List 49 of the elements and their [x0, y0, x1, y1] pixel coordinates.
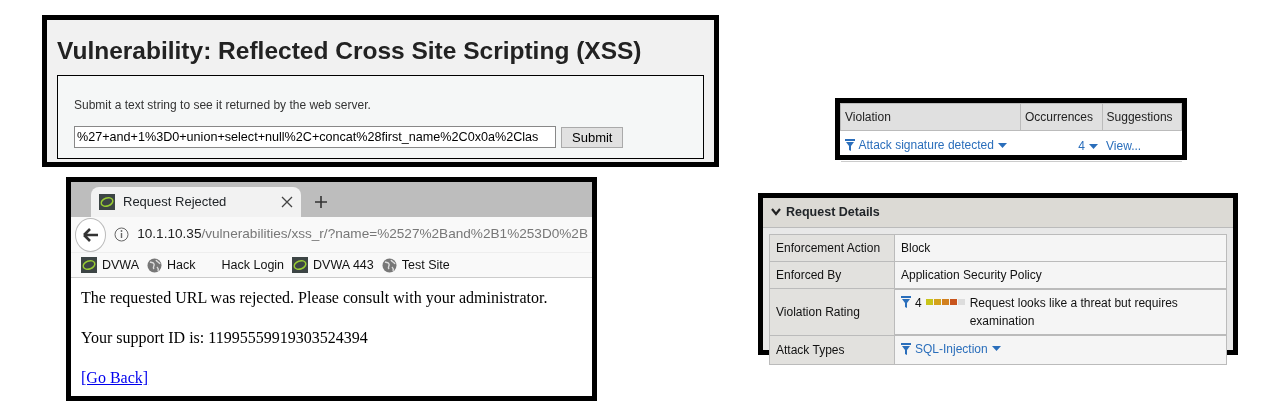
globe-icon — [381, 257, 397, 273]
column-header: Suggestions — [1102, 103, 1182, 131]
field-value: Application Security Policy — [894, 261, 1227, 289]
section-header[interactable]: Request Details — [763, 198, 1233, 228]
prompt-text: Submit a text string to see it returned by the web server. — [74, 97, 372, 115]
back-arrow-icon — [82, 227, 99, 242]
bookmark[interactable]: Hack Login — [221, 255, 285, 275]
column-header: Occurrences — [1020, 103, 1103, 131]
address-bar[interactable]: 10.1.10.35/vulnerabilities/xss_r/?name=%2527%2Band%2B1%253D0%2B — [71, 217, 592, 253]
app-icon — [99, 194, 115, 210]
new-tab-icon[interactable] — [315, 196, 327, 208]
rating-number: 4 — [915, 294, 922, 312]
caret-icon — [991, 346, 1001, 352]
filter-icon — [844, 139, 855, 151]
url-text: 10.1.10.35/vulnerabilities/xss_r/?name=%2527%2Band%2B1%253D0%2B — [137, 225, 588, 244]
bookmark[interactable]: Test Site — [381, 255, 450, 275]
app-icon — [81, 257, 97, 273]
field-label: Attack Types — [769, 335, 895, 365]
submit-button[interactable]: Submit — [561, 126, 624, 148]
column-header: Violation — [840, 103, 1021, 131]
field-label: Enforced By — [769, 261, 895, 289]
rating-description: Request looks like a threat but requires examination — [969, 294, 1179, 330]
filter-icon — [901, 342, 911, 355]
info-icon — [114, 227, 130, 242]
violation-link[interactable]: Attack signature detected — [844, 136, 1007, 154]
tab-title: Request Rejected — [123, 193, 228, 212]
view-link[interactable]: View... — [1106, 139, 1142, 153]
occurrences-link[interactable]: 4 — [1078, 137, 1099, 155]
app-icon — [292, 257, 309, 273]
field-label: Enforcement Action — [769, 234, 895, 262]
page-title: Vulnerability: Reflected Cross Site Scripting (XSS) — [57, 36, 643, 66]
field-value: Block — [894, 234, 1227, 262]
bookmark[interactable]: DVWA 443 — [292, 255, 374, 275]
support-id-text: Your support ID is: 11995559919303524394 — [81, 328, 369, 349]
rejection-message: The requested URL was rejected. Please consult with your administrator. — [81, 288, 549, 309]
filter-icon — [901, 295, 911, 308]
bookmark[interactable]: DVWA — [81, 255, 140, 275]
attack-type-link[interactable]: SQL-Injection — [901, 339, 1001, 358]
caret-icon — [997, 142, 1007, 148]
field-label: Violation Rating — [769, 288, 895, 336]
bookmark[interactable]: Hack — [147, 255, 196, 275]
back-button[interactable] — [75, 217, 107, 252]
browser-tab[interactable]: Request Rejected — [91, 187, 301, 217]
close-icon — [281, 196, 293, 208]
chevron-down-icon — [771, 208, 781, 217]
caret-icon — [1089, 143, 1099, 149]
text-input-field[interactable]: %27+and+1%3D0+union+select+null%2C+concat%28first_name%2C0x0a%2Clas — [74, 126, 556, 149]
go-back-link[interactable]: [Go Back] — [81, 369, 149, 386]
globe-icon — [147, 257, 163, 273]
